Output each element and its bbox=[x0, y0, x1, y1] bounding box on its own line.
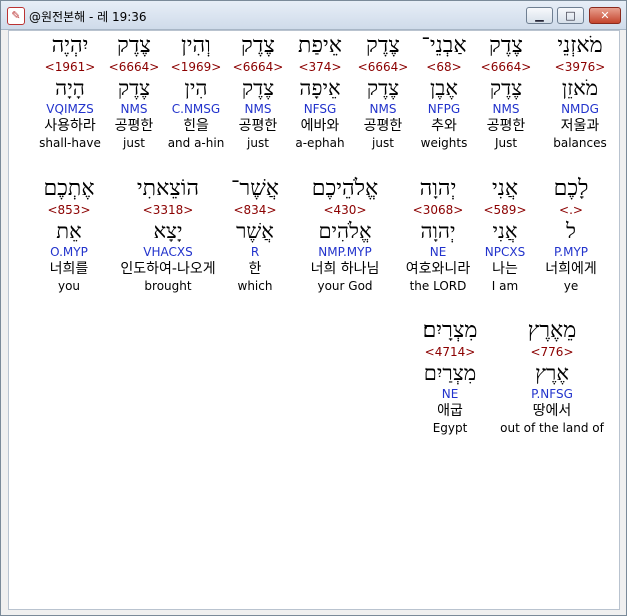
close-button[interactable]: ✕ bbox=[589, 7, 621, 24]
strong-number: <4714> bbox=[424, 345, 476, 359]
english-gloss: Egypt bbox=[432, 421, 468, 435]
korean-gloss: 애굽 bbox=[437, 403, 463, 419]
hebrew-word: מִצְרָיִם׃ bbox=[422, 318, 478, 343]
english-gloss: you bbox=[57, 279, 81, 293]
strong-number: <1961> bbox=[44, 60, 96, 74]
morphology-code: P.NFSG bbox=[531, 387, 573, 401]
maximize-icon: □ bbox=[565, 9, 576, 22]
hebrew-word: אֶתְכֶם bbox=[43, 176, 95, 201]
strong-number: <776> bbox=[530, 345, 574, 359]
lemma-word: אֵת bbox=[56, 219, 82, 243]
window-title: @원전본해 - 레 19:36 bbox=[29, 10, 147, 24]
maximize-button[interactable]: □ bbox=[557, 7, 584, 24]
hebrew-word: מֵאֶרֶץ bbox=[527, 318, 577, 343]
app-window: ✎ @원전본해 - 레 19:36 ▁ □ ✕ מֹאזְנֵי <3976> מֹ… bbox=[0, 0, 627, 616]
minimize-button[interactable]: ▁ bbox=[526, 7, 553, 24]
word-cell[interactable]: יִהְיֶה <1961> הָיָה VQIMZS 사용하라 shall-have bbox=[10, 33, 130, 151]
english-gloss: shall-have bbox=[39, 136, 101, 150]
lemma-word: הָיָה bbox=[55, 76, 85, 100]
word-cell[interactable]: מִצְרָיִם׃ <4714> מִצְרַיִם NE 애굽 Egypt bbox=[390, 318, 510, 436]
english-gloss: out of the land of bbox=[500, 421, 604, 435]
close-icon: ✕ bbox=[600, 9, 610, 22]
strong-number: <853> bbox=[47, 203, 91, 217]
morphology-code: O.MYP bbox=[50, 245, 88, 259]
morphology-code: NE bbox=[441, 387, 459, 401]
hebrew-word: יִהְיֶה bbox=[51, 33, 89, 58]
korean-gloss: 사용하라 bbox=[44, 118, 96, 134]
lemma-word: מִצְרַיִם bbox=[423, 361, 477, 385]
morphology-code: VQIMZS bbox=[46, 102, 94, 116]
korean-gloss: 땅에서 bbox=[532, 403, 572, 419]
interlinear-view[interactable]: מֹאזְנֵי <3976> מֹאזֵן NMDG 저울과 balances צֶדֶק… bbox=[8, 30, 620, 610]
app-logo-icon[interactable]: ✎ bbox=[7, 7, 25, 25]
korean-gloss: 너희를 bbox=[49, 261, 89, 277]
minimize-icon: ▁ bbox=[535, 9, 544, 22]
lemma-word: אֶרֶץ bbox=[535, 361, 569, 385]
word-cell[interactable]: אֶתְכֶם <853> אֵת O.MYP 너희를 you bbox=[9, 176, 129, 294]
title-bar[interactable]: ✎ @원전본해 - 레 19:36 ▁ □ ✕ bbox=[1, 1, 626, 30]
word-cell[interactable]: מֵאֶרֶץ <776> אֶרֶץ P.NFSG 땅에서 out of the lan… bbox=[492, 318, 612, 436]
